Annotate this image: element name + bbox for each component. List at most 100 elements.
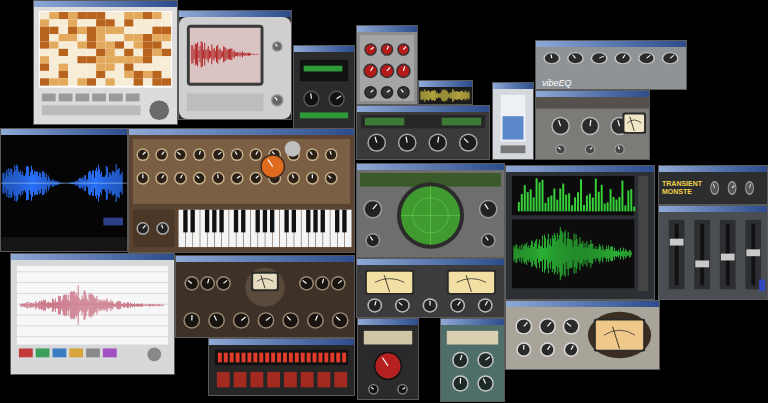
knob[interactable] (212, 148, 225, 161)
knob[interactable] (303, 91, 319, 108)
fader[interactable] (694, 220, 710, 289)
title-bar[interactable] (1, 129, 127, 135)
brown-knobs-panel[interactable] (176, 262, 354, 337)
knob[interactable] (368, 384, 379, 395)
control-button[interactable] (284, 372, 297, 387)
control-button[interactable] (334, 372, 347, 387)
title-bar[interactable] (506, 301, 659, 307)
black-key[interactable] (183, 210, 187, 233)
knob[interactable] (459, 134, 478, 152)
knob[interactable] (477, 375, 493, 392)
knob[interactable] (539, 318, 556, 334)
knob[interactable] (174, 148, 187, 161)
knob[interactable] (328, 91, 344, 108)
title-bar[interactable] (357, 106, 489, 112)
plugin-window[interactable] (0, 128, 128, 252)
control-button[interactable] (19, 348, 33, 357)
knob[interactable] (395, 298, 410, 312)
plugin-window[interactable] (10, 253, 175, 375)
knob[interactable] (363, 200, 382, 219)
knob[interactable] (315, 276, 330, 291)
knob[interactable] (585, 144, 596, 155)
fader[interactable] (745, 220, 761, 289)
knob[interactable] (638, 52, 655, 64)
knob[interactable] (306, 172, 319, 185)
plugin-window[interactable] (658, 205, 768, 300)
plugin-window[interactable] (505, 300, 660, 370)
vu-comp-panel[interactable] (536, 97, 649, 159)
knob[interactable] (272, 41, 283, 52)
black-key[interactable] (234, 210, 238, 233)
black-key[interactable] (256, 210, 260, 233)
knob[interactable] (249, 172, 262, 185)
knob[interactable] (423, 298, 438, 312)
knob[interactable] (174, 172, 187, 185)
black-key[interactable] (284, 210, 288, 233)
knob[interactable] (325, 148, 338, 161)
control-button[interactable] (109, 94, 123, 102)
title-bar[interactable] (11, 254, 174, 260)
transient-panel[interactable] (703, 172, 767, 204)
black-key[interactable] (219, 210, 223, 233)
control-button[interactable] (75, 94, 89, 102)
knob[interactable] (398, 134, 417, 152)
plugin-window[interactable] (357, 318, 419, 400)
knob[interactable] (200, 276, 215, 291)
knob[interactable] (183, 312, 200, 329)
mini-wave-panel[interactable] (419, 87, 472, 104)
knob[interactable] (397, 86, 410, 99)
control-button[interactable] (103, 348, 117, 357)
black-key[interactable] (313, 210, 317, 233)
control-button[interactable] (69, 348, 83, 357)
title-bar[interactable] (357, 259, 504, 265)
fader[interactable] (669, 220, 685, 289)
control-button[interactable] (36, 348, 50, 357)
knob[interactable] (363, 200, 382, 219)
title-bar[interactable] (358, 319, 418, 325)
white-wave-panel[interactable] (11, 260, 174, 374)
control-button[interactable] (318, 372, 331, 387)
title-bar[interactable] (659, 206, 767, 212)
knob[interactable] (258, 312, 275, 329)
knob[interactable] (231, 148, 244, 161)
plugin-window[interactable] (356, 258, 505, 318)
knob[interactable] (397, 43, 410, 56)
plugin-window[interactable] (128, 128, 355, 253)
knob[interactable] (155, 148, 168, 161)
plugin-window[interactable] (356, 163, 505, 258)
title-bar[interactable] (176, 256, 354, 262)
fader[interactable] (720, 220, 736, 289)
title-bar[interactable] (441, 319, 504, 325)
black-key[interactable] (292, 210, 296, 233)
knob[interactable] (381, 43, 394, 56)
control-button[interactable] (59, 94, 73, 102)
knob[interactable] (136, 148, 149, 161)
title-bar[interactable] (129, 129, 354, 135)
black-key[interactable] (205, 210, 209, 233)
knobs-red-panel[interactable] (357, 32, 417, 104)
knob[interactable] (155, 172, 168, 185)
knob[interactable] (299, 276, 314, 291)
green-wave-panel[interactable] (506, 172, 654, 299)
knob[interactable] (364, 43, 377, 56)
knob[interactable] (208, 312, 225, 329)
black-key[interactable] (306, 210, 310, 233)
knob[interactable] (614, 52, 631, 64)
control-button[interactable] (42, 94, 56, 102)
black-key[interactable] (342, 210, 346, 233)
black-key[interactable] (335, 210, 339, 233)
title-bar[interactable] (536, 91, 649, 97)
knob[interactable] (450, 298, 465, 312)
plugin-window[interactable] (356, 25, 418, 105)
control-button[interactable] (267, 372, 280, 387)
plugin-window[interactable] (178, 10, 292, 120)
synth-panel[interactable] (129, 135, 354, 252)
black-key[interactable] (321, 210, 325, 233)
control-button[interactable] (301, 372, 314, 387)
vu-knobs-panel[interactable] (357, 265, 504, 317)
teal-panel[interactable] (441, 325, 504, 401)
control-button[interactable] (234, 372, 247, 387)
plugin-window[interactable] (33, 0, 178, 125)
plugin-window[interactable] (535, 90, 650, 160)
knob[interactable] (452, 375, 468, 392)
